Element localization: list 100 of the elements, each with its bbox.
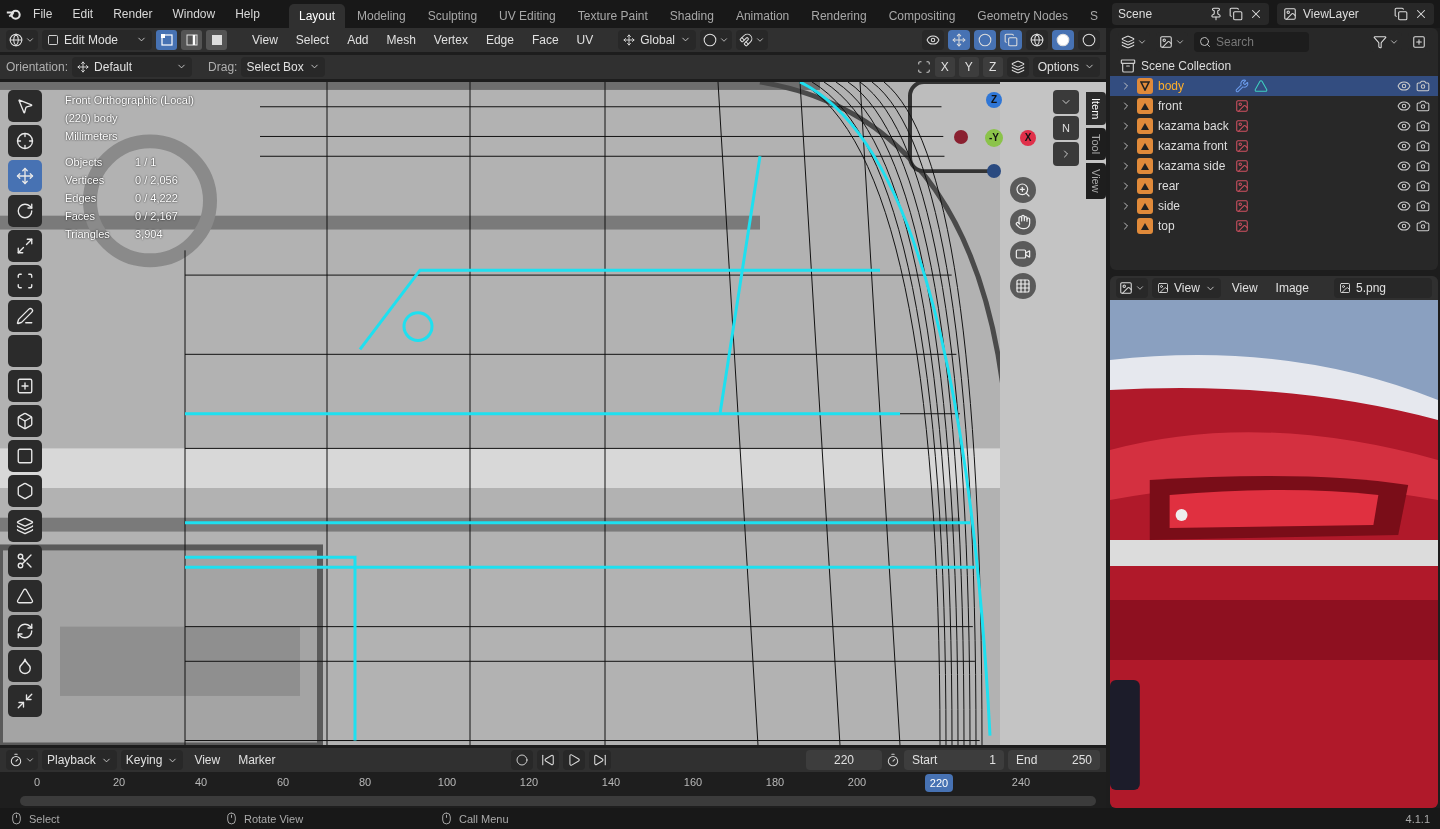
orientation-dropdown[interactable]: Default: [72, 56, 193, 77]
snap-button[interactable]: [735, 29, 768, 50]
sidebar-tab[interactable]: Item: [1086, 91, 1106, 125]
workspace-tab[interactable]: Compositing: [878, 4, 966, 28]
mode-dropdown[interactable]: Edit Mode: [42, 29, 152, 50]
menu-item[interactable]: Edit: [63, 4, 103, 24]
menu-item[interactable]: View: [245, 30, 285, 49]
mesh-object-icon: [1137, 78, 1153, 94]
menu-item[interactable]: Add: [340, 30, 376, 49]
select-mode-button[interactable]: [206, 29, 227, 50]
menu-item[interactable]: Render: [104, 4, 162, 24]
outliner-row[interactable]: side: [1110, 196, 1438, 216]
menu-item[interactable]: Edge: [478, 30, 521, 49]
search-icon: [1199, 36, 1211, 48]
list-icon: [1121, 35, 1135, 49]
workspace-tab[interactable]: Shading: [659, 4, 724, 28]
menu-item[interactable]: Face: [524, 30, 566, 49]
image-icon: [1235, 179, 1249, 193]
menu-dropdown[interactable]: Keying: [120, 750, 184, 770]
search-field[interactable]: Search: [1194, 32, 1309, 52]
editor-type-button[interactable]: [1116, 278, 1148, 298]
menu-item[interactable]: Image: [1268, 279, 1316, 297]
select-mode-button[interactable]: [181, 29, 202, 50]
scene-field[interactable]: Scene: [1112, 3, 1270, 25]
xray-button[interactable]: [1000, 29, 1022, 50]
outliner-row[interactable]: kazama front: [1110, 136, 1438, 156]
chevron-down-icon: [1175, 37, 1185, 47]
workspace-tab[interactable]: Sculpting: [417, 4, 488, 28]
jump-end-button[interactable]: [588, 750, 611, 770]
outliner-row[interactable]: kazama side: [1110, 156, 1438, 176]
visibility-button[interactable]: [922, 29, 944, 50]
workspace-tab[interactable]: Animation: [725, 4, 800, 28]
collection-name[interactable]: Scene Collection: [1141, 59, 1281, 73]
drag-dropdown[interactable]: Select Box: [241, 56, 325, 77]
outliner-row[interactable]: top: [1110, 216, 1438, 236]
image-dropdown[interactable]: 5.png: [1334, 278, 1432, 298]
outliner-row[interactable]: kazama back: [1110, 116, 1438, 136]
end-frame-field[interactable]: End 250: [1008, 750, 1100, 770]
playhead[interactable]: 220: [925, 774, 953, 792]
workspace-tab[interactable]: Texture Paint: [567, 4, 658, 28]
axis-toggle[interactable]: X: [934, 56, 955, 77]
view-mode-dropdown[interactable]: View: [1152, 278, 1221, 298]
collapse-button[interactable]: [1053, 89, 1079, 114]
menu-item[interactable]: Mesh: [379, 30, 423, 49]
scale-icon: [16, 236, 34, 255]
workspace-tab[interactable]: Geometry Nodes: [967, 4, 1079, 28]
stat-label: Vertices: [65, 172, 106, 188]
workspace-tab[interactable]: S: [1080, 4, 1109, 28]
move-icon: [16, 166, 34, 185]
object-name: kazama back: [1158, 119, 1230, 133]
expand-button[interactable]: [1053, 141, 1079, 166]
options-dropdown[interactable]: Options: [1032, 56, 1100, 77]
gizmo-button[interactable]: [948, 29, 970, 50]
workspace-tab[interactable]: UV Editing: [489, 4, 566, 28]
outliner-row[interactable]: rear: [1110, 176, 1438, 196]
jump-start-button[interactable]: [536, 750, 559, 770]
axis-toggle[interactable]: Y: [958, 56, 979, 77]
frame-tick: 200: [846, 776, 868, 788]
outliner-row[interactable]: front: [1110, 96, 1438, 116]
menu-item[interactable]: Help: [226, 4, 269, 24]
sidebar-tab[interactable]: View: [1086, 163, 1106, 199]
menu-item[interactable]: UV: [569, 30, 601, 49]
pivot-button[interactable]: [699, 29, 732, 50]
copy-icon: [1229, 7, 1244, 21]
filter-icon: [1373, 35, 1387, 49]
menu-item[interactable]: View: [187, 751, 228, 769]
menu-item[interactable]: Window: [163, 4, 225, 24]
overlay-button[interactable]: [974, 29, 996, 50]
mouse-icon: [225, 812, 238, 825]
view-layer-field[interactable]: ViewLayer: [1277, 3, 1434, 25]
orientation-dropdown[interactable]: Global: [618, 29, 696, 50]
keyframe-button[interactable]: [510, 750, 533, 770]
current-frame-field[interactable]: 220: [806, 750, 882, 770]
material-shading-button[interactable]: [1078, 29, 1100, 50]
menu-item[interactable]: Marker: [231, 751, 283, 769]
workspace-tab[interactable]: Layout: [289, 4, 345, 28]
eye-icon: [1397, 99, 1411, 113]
menu-item[interactable]: Vertex: [426, 30, 475, 49]
sidebar-toggle[interactable]: N: [1053, 115, 1079, 140]
axis-toggle[interactable]: Z: [982, 56, 1003, 77]
menu-item[interactable]: View: [1224, 279, 1265, 297]
play-button[interactable]: [562, 750, 585, 770]
stat-label: Triangles: [65, 226, 111, 242]
menu-dropdown[interactable]: Playback: [42, 750, 117, 770]
orientation-label: Orientation:: [6, 59, 69, 74]
workspace-tab[interactable]: Modeling: [347, 4, 416, 28]
start-frame-field[interactable]: Start 1: [904, 750, 1004, 770]
menu-item[interactable]: File: [24, 4, 62, 24]
outliner-row[interactable]: body: [1110, 76, 1438, 96]
editor-type-button[interactable]: [6, 750, 38, 770]
solid-shading-button[interactable]: [1052, 29, 1074, 50]
sidebar-tab[interactable]: Tool: [1086, 127, 1106, 161]
workspace-tab[interactable]: Rendering: [801, 4, 877, 28]
editor-type-button[interactable]: [6, 29, 38, 50]
select-mode-button[interactable]: [156, 29, 177, 50]
auto-merge-button[interactable]: [1006, 56, 1029, 77]
shrink-icon: [16, 691, 34, 710]
wireframe-shading-button[interactable]: [1026, 29, 1048, 50]
stat-label: Objects: [65, 154, 104, 170]
menu-item[interactable]: Select: [288, 30, 337, 49]
